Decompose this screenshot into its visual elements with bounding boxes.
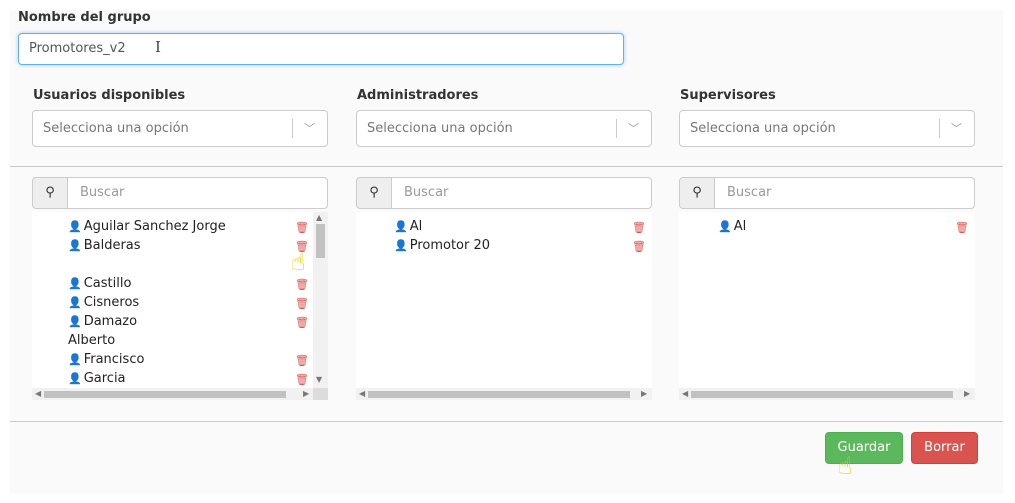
select-separator (616, 119, 617, 138)
available-users-search: ⚲ Buscar (32, 177, 328, 209)
available-users-select[interactable]: Selecciona una opción ﹀ (32, 110, 328, 147)
select-placeholder: Selecciona una opción (690, 121, 836, 136)
list-item[interactable]: 👤 Damazo (68, 314, 137, 329)
scroll-left-arrow-icon[interactable]: ◀ (682, 388, 688, 400)
list-item-label: Garcia (83, 371, 126, 386)
user-icon: 👤 (718, 220, 732, 233)
administrators-label: Administradores (357, 88, 479, 103)
scrollbar-corner (313, 388, 328, 400)
trash-icon[interactable]: 🗑 (295, 373, 309, 386)
clear-button[interactable]: Borrar (911, 432, 978, 464)
administrators-list[interactable]: 👤 Al 🗑 👤 Promotor 20 🗑 ◀ ▶ (356, 212, 652, 400)
scroll-right-arrow-icon[interactable]: ▶ (303, 388, 309, 400)
trash-icon[interactable]: 🗑 (295, 221, 309, 234)
trash-icon[interactable]: 🗑 (955, 221, 969, 234)
horizontal-scrollbar[interactable]: ◀ ▶ (679, 388, 975, 400)
search-input[interactable]: Buscar (391, 177, 652, 209)
available-users-label: Usuarios disponibles (33, 88, 186, 103)
horizontal-scrollbar[interactable]: ◀ ▶ (356, 388, 652, 400)
scroll-thumb[interactable] (368, 391, 630, 398)
user-icon: 👤 (394, 220, 408, 233)
scroll-thumb[interactable] (44, 391, 286, 398)
text-cursor-icon: I (155, 38, 161, 56)
supervisors-search: ⚲ Buscar (679, 177, 975, 209)
available-users-list[interactable]: 👤 Aguilar Sanchez Jorge 🗑 👤 Balderas 🗑 👤 Ca… (32, 212, 328, 400)
list-item-label: Cisneros (83, 295, 140, 310)
horizontal-scrollbar[interactable]: ◀ ▶ (32, 388, 313, 400)
list-item-label: Balderas (83, 238, 141, 253)
list-item[interactable]: 👤 Castillo (68, 276, 131, 291)
select-separator (939, 119, 940, 138)
list-item[interactable]: 👤 Francisco (68, 352, 144, 367)
scroll-down-arrow-icon[interactable]: ▼ (316, 375, 322, 384)
group-name-input[interactable]: Promotores_v2 (18, 33, 624, 65)
select-placeholder: Selecciona una opción (43, 121, 189, 136)
user-icon: 👤 (68, 372, 82, 385)
scroll-left-arrow-icon[interactable]: ◀ (35, 388, 41, 400)
supervisors-list[interactable]: 👤 Al 🗑 ◀ ▶ (679, 212, 975, 400)
user-icon: 👤 (68, 353, 82, 366)
trash-icon[interactable]: 🗑 (632, 240, 646, 253)
list-item[interactable]: 👤 Cisneros (68, 295, 139, 310)
trash-icon[interactable]: 🗑 (295, 278, 309, 291)
trash-icon[interactable]: 🗑 (295, 354, 309, 367)
scroll-up-arrow-icon[interactable]: ▲ (316, 213, 322, 222)
chevron-down-icon[interactable]: ﹀ (951, 111, 962, 146)
chevron-down-icon[interactable]: ﹀ (304, 111, 315, 146)
user-icon: 👤 (68, 220, 82, 233)
save-button[interactable]: Guardar (825, 432, 903, 464)
user-icon: 👤 (394, 239, 408, 252)
user-icon: 👤 (68, 277, 82, 290)
list-item[interactable]: 👤 Garcia (68, 371, 126, 386)
list-item-continuation: Alberto (68, 333, 116, 348)
supervisors-label: Supervisores (680, 88, 776, 103)
list-item-label: Castillo (83, 276, 132, 291)
trash-icon[interactable]: 🗑 (632, 221, 646, 234)
list-item-label: Al (409, 219, 423, 234)
scroll-thumb[interactable] (316, 224, 325, 258)
administrators-select[interactable]: Selecciona una opción ﹀ (356, 110, 652, 147)
chevron-down-icon[interactable]: ﹀ (628, 111, 639, 146)
search-icon[interactable]: ⚲ (32, 177, 68, 209)
hand-pointer-icon: ☝ (291, 248, 306, 276)
list-item[interactable]: 👤 Balderas (68, 238, 141, 253)
user-icon: 👤 (68, 315, 82, 328)
scroll-left-arrow-icon[interactable]: ◀ (359, 388, 365, 400)
list-item-label: Damazo (83, 314, 138, 329)
trash-icon[interactable]: 🗑 (295, 297, 309, 310)
list-item[interactable]: 👤 Al (394, 219, 422, 234)
vertical-scrollbar[interactable]: ▲ ▼ (313, 212, 328, 388)
list-item-label: Francisco (83, 352, 145, 367)
search-icon[interactable]: ⚲ (356, 177, 392, 209)
scroll-thumb[interactable] (691, 391, 953, 398)
list-item[interactable]: 👤 Al (718, 219, 746, 234)
list-item-label: Promotor 20 (409, 238, 491, 253)
administrators-search: ⚲ Buscar (356, 177, 652, 209)
select-separator (292, 119, 293, 138)
list-item-label: Al (733, 219, 747, 234)
search-icon[interactable]: ⚲ (679, 177, 715, 209)
user-icon: 👤 (68, 239, 82, 252)
list-item-label: Aguilar Sanchez Jorge (83, 219, 226, 234)
group-name-label: Nombre del grupo (18, 10, 151, 25)
hand-pointer-icon: ☝ (838, 452, 853, 480)
scroll-right-arrow-icon[interactable]: ▶ (641, 388, 647, 400)
user-icon: 👤 (68, 296, 82, 309)
trash-icon[interactable]: 🗑 (295, 316, 309, 329)
divider (10, 421, 1003, 422)
select-placeholder: Selecciona una opción (367, 121, 513, 136)
supervisors-select[interactable]: Selecciona una opción ﹀ (679, 110, 975, 147)
search-input[interactable]: Buscar (67, 177, 328, 209)
list-item[interactable]: 👤 Aguilar Sanchez Jorge (68, 219, 226, 234)
scroll-right-arrow-icon[interactable]: ▶ (964, 388, 970, 400)
list-item[interactable]: 👤 Promotor 20 (394, 238, 490, 253)
divider (10, 166, 1003, 167)
search-input[interactable]: Buscar (714, 177, 975, 209)
